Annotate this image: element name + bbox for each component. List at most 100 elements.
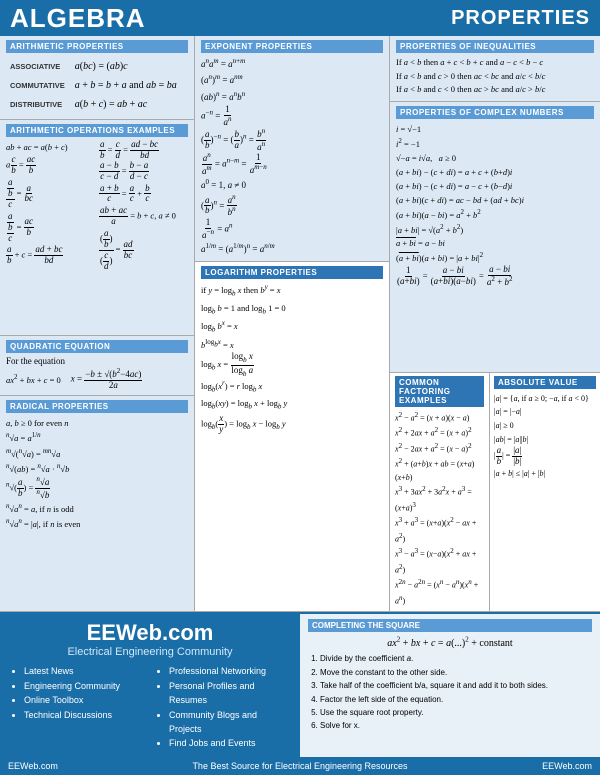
eeweb-tagline: Electrical Engineering Community bbox=[67, 646, 232, 658]
arith-line2: acb = acb bbox=[6, 155, 95, 176]
list-item-toolbox: Online Toolbox bbox=[24, 693, 145, 707]
factoring-abs-row: COMMON FACTORING EXAMPLES x2 − a2 = (x +… bbox=[390, 373, 600, 612]
ineq-3: If a < b and c < 0 then ac > bc and a/c … bbox=[396, 83, 594, 97]
logarithm-content: if y = logb x then by = x logb b = 1 and… bbox=[201, 282, 383, 434]
list-item-discussions: Technical Discussions bbox=[24, 708, 145, 722]
exponent-section: EXPONENT PROPERTIES anam = an+m (an)m = … bbox=[195, 36, 389, 262]
abs-title: ABSOLUTE VALUE bbox=[494, 376, 596, 389]
arith-line4: abc = acb bbox=[6, 212, 95, 244]
bottom-list-1: Latest News Engineering Community Online… bbox=[10, 664, 145, 750]
bottom-left: EEWeb.com Electrical Engineering Communi… bbox=[0, 614, 300, 757]
arithmetic-properties-table: ASSOCIATIVE a(bc) = (ab)c COMMUTATIVE a … bbox=[6, 56, 188, 115]
distributive-formula: a(b + c) = ab + ac bbox=[73, 96, 186, 113]
quadratic-eq: ax2 + bx + c = 0 bbox=[6, 374, 61, 386]
list-item-profiles: Personal Profiles and Resumes bbox=[169, 679, 290, 708]
inequalities-content: If a < b then a + c < b + c and a − c < … bbox=[396, 56, 594, 97]
quadratic-subtitle: For the equation bbox=[6, 356, 188, 366]
rad-3: m√(n√a) = mn√a bbox=[6, 446, 188, 461]
footer-left: EEWeb.com bbox=[8, 761, 58, 771]
cx-8: |a + bi| = √(a2 + b2) bbox=[396, 222, 594, 237]
logarithm-title: LOGARITHM PROPERTIES bbox=[201, 266, 383, 279]
list-item-blogs: Community Blogs and Projects bbox=[169, 708, 290, 737]
quadratic-content: ax2 + bx + c = 0 x = −b ± √(b2−4ac)2a bbox=[6, 368, 188, 391]
log-4: blogbx = x bbox=[201, 337, 383, 352]
quadratic-section: QUADRATIC EQUATION For the equation ax2 … bbox=[0, 336, 194, 396]
header: ALGEBRA PROPERTIES bbox=[0, 0, 600, 36]
arith-r3: a + bc = ac + bc bbox=[99, 184, 188, 205]
bottom-right: COMPLETING THE SQUARE ax2 + bx + c = a(.… bbox=[300, 614, 600, 757]
arith-r5: (ab) (cd) = adbc bbox=[99, 229, 188, 272]
fact-4: x2 + (a+b)x + ab = (x+a)(x+b) bbox=[395, 456, 484, 484]
fact-1: x2 − a2 = (x + a)(x − a) bbox=[395, 410, 484, 425]
cx-5: (a + bi) − (c + di) = a − c + (b−d)i bbox=[396, 179, 594, 193]
exp-8: (ab)n = anbn bbox=[201, 194, 383, 219]
exp-4: a−n = 1an bbox=[201, 105, 383, 128]
cx-3: √−a = i√a, a ≥ 0 bbox=[396, 151, 594, 165]
abs-4: |ab| = |a||b| bbox=[494, 433, 596, 447]
fact-5: x3 + 3ax2 + 3a2x + a3 = (x+a)3 bbox=[395, 484, 484, 515]
radical-section: RADICAL PROPERTIES a, b ≥ 0 for even n n… bbox=[0, 396, 194, 612]
arith-line1: ab + ac = a(b + c) bbox=[6, 140, 95, 155]
footer-right: EEWeb.com bbox=[542, 761, 592, 771]
completing-title: COMPLETING THE SQUARE bbox=[308, 619, 592, 632]
log-6: logb(xr) = r logb x bbox=[201, 378, 383, 396]
log-7: logb(xy) = logb x + logb y bbox=[201, 396, 383, 414]
arith-line5: ab + c = ad + bcbd bbox=[6, 245, 95, 266]
abs-5: |ab| = |a||b| bbox=[494, 446, 596, 467]
abs-1: |a| = {a, if a ≥ 0; −a, if a < 0} bbox=[494, 392, 596, 406]
ineq-2: If a < b and c > 0 then ac < bc and a/c … bbox=[396, 70, 594, 84]
exp-6: anam = an−m = 1am−n bbox=[201, 152, 383, 177]
completing-steps: Divide by the coefficient a. Move the co… bbox=[308, 653, 592, 733]
bottom-section: EEWeb.com Electrical Engineering Communi… bbox=[0, 612, 600, 757]
factoring-section: COMMON FACTORING EXAMPLES x2 − a2 = (x +… bbox=[390, 373, 490, 611]
arith-r2: a − bc − d = b − ad − c bbox=[99, 161, 188, 182]
rad-6: n√an = a, if n is odd bbox=[6, 501, 188, 516]
fact-8: x2n − a2n = (xn − an)(xn + an) bbox=[395, 577, 484, 608]
inequalities-section: PROPERTIES OF INEQUALITIES If a < b then… bbox=[390, 36, 600, 102]
list-item-jobs: Find Jobs and Events bbox=[169, 736, 290, 750]
absolute-value-section: ABSOLUTE VALUE |a| = {a, if a ≥ 0; −a, i… bbox=[490, 373, 600, 611]
rad-7: n√an = |a|, if n is even bbox=[6, 516, 188, 531]
properties-title: PROPERTIES bbox=[451, 7, 590, 30]
abs-6: |a + b| ≤ |a| + |b| bbox=[494, 467, 596, 481]
step-4: Factor the left side of the equation. bbox=[320, 694, 592, 706]
arith-col-left: ab + ac = a(b + c) acb = acb abc = abc a… bbox=[6, 140, 95, 272]
arithmetic-properties-title: ARITHMETIC PROPERTIES bbox=[6, 40, 188, 53]
middle-column: EXPONENT PROPERTIES anam = an+m (an)m = … bbox=[195, 36, 390, 612]
log-1: if y = logb x then by = x bbox=[201, 282, 383, 300]
commutative-formula: a + b = b + a and ab = ba bbox=[73, 77, 186, 94]
rad-2: n√a = a1/n bbox=[6, 430, 188, 445]
arithmetic-properties-section: ARITHMETIC PROPERTIES ASSOCIATIVE a(bc) … bbox=[0, 36, 194, 120]
associative-label: ASSOCIATIVE bbox=[8, 58, 71, 75]
complex-title: PROPERTIES OF COMPLEX NUMBERS bbox=[396, 106, 594, 119]
complex-content: i = √−1 i2 = −1 √−a = i√a, a ≥ 0 (a + bi… bbox=[396, 122, 594, 288]
left-column: ARITHMETIC PROPERTIES ASSOCIATIVE a(bc) … bbox=[0, 36, 195, 612]
cx-10: (a + bi)(a + bi) = |a + bi|2 bbox=[396, 250, 594, 265]
cx-6: (a + bi)(c + di) = ac − bd + (ad + bc)i bbox=[396, 193, 594, 207]
completing-formula: ax2 + bx + c = a(...)2 + constant bbox=[308, 636, 592, 649]
abs-content: |a| = {a, if a ≥ 0; −a, if a < 0} |a| = … bbox=[494, 392, 596, 481]
arith-line3: abc = abc bbox=[6, 178, 95, 210]
arith-r4: ab + aca = b + c, a ≠ 0 bbox=[99, 206, 188, 227]
arithmetic-operations-content: ab + ac = a(b + c) acb = acb abc = abc a… bbox=[6, 140, 188, 272]
cx-7: (a + bi)(a − bi) = a2 + b2 bbox=[396, 207, 594, 222]
quadratic-title: QUADRATIC EQUATION bbox=[6, 340, 188, 353]
factoring-title: COMMON FACTORING EXAMPLES bbox=[395, 376, 484, 407]
step-6: Solve for x. bbox=[320, 720, 592, 732]
radical-content: a, b ≥ 0 for even n n√a = a1/n m√(n√a) =… bbox=[6, 416, 188, 532]
bottom-list-2: Professional Networking Personal Profile… bbox=[155, 664, 290, 750]
fact-6: x3 + a3 = (x+a)(x2 − ax + a2) bbox=[395, 515, 484, 546]
rad-4: n√(ab) = n√a · n√b bbox=[6, 461, 188, 476]
top-section: ARITHMETIC PROPERTIES ASSOCIATIVE a(bc) … bbox=[0, 36, 600, 612]
distributive-label: DISTRIBUTIVE bbox=[8, 96, 71, 113]
factoring-content: x2 − a2 = (x + a)(x − a) x2 + 2ax + a2 =… bbox=[395, 410, 484, 608]
footer-center: The Best Source for Electrical Engineeri… bbox=[192, 761, 407, 771]
commutative-label: COMMUTATIVE bbox=[8, 77, 71, 94]
ineq-1: If a < b then a + c < b + c and a − c < … bbox=[396, 56, 594, 70]
exp-3: (ab)n = anbn bbox=[201, 89, 383, 105]
algebra-title: ALGEBRA bbox=[10, 3, 146, 34]
abs-2: |a| = |−a| bbox=[494, 405, 596, 419]
complex-section: PROPERTIES OF COMPLEX NUMBERS i = √−1 i2… bbox=[390, 102, 600, 373]
bottom-lists: Latest News Engineering Community Online… bbox=[10, 664, 290, 750]
list-item-networking: Professional Networking bbox=[169, 664, 290, 678]
